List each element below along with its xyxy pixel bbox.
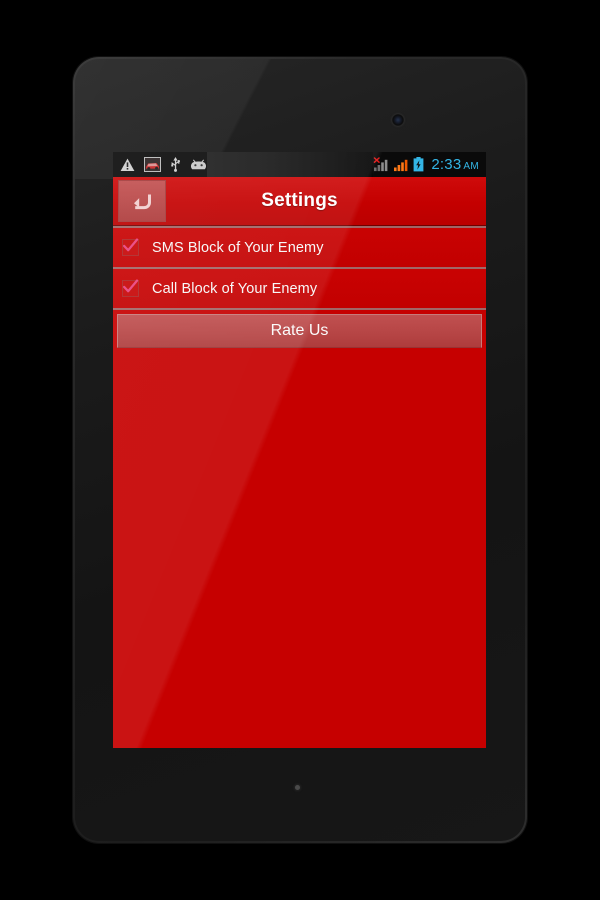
- sms-block-label: SMS Block of Your Enemy: [152, 239, 324, 256]
- sms-block-checkbox[interactable]: [122, 238, 139, 256]
- page-title: Settings: [261, 190, 338, 211]
- checkmark-icon: [123, 279, 139, 293]
- status-bar-right-icons: 2:33 AM: [373, 156, 481, 173]
- signal-strength-icon: [393, 157, 409, 172]
- microphone-dot-icon: [295, 785, 300, 790]
- device-screen: 2:33 AM Settings SMS Block of Your Enemy…: [113, 152, 486, 748]
- warning-triangle-icon: [120, 158, 135, 172]
- tablet-device-frame: 2:33 AM Settings SMS Block of Your Enemy…: [73, 57, 527, 843]
- car-photo-icon: [144, 157, 161, 172]
- clock-time: 2:33: [431, 156, 462, 173]
- table-row[interactable]: SMS Block of Your Enemy: [113, 228, 486, 267]
- screenshot-root: 2:33 AM Settings SMS Block of Your Enemy…: [0, 0, 600, 900]
- app-header: Settings: [113, 177, 486, 226]
- usb-icon: [170, 157, 181, 172]
- status-bar-clock: 2:33 AM: [431, 156, 479, 173]
- empty-content-area: [113, 348, 486, 748]
- rate-us-button[interactable]: Rate Us: [117, 314, 482, 348]
- settings-list: SMS Block of Your Enemy Call Block of Yo…: [113, 226, 486, 348]
- android-robot-icon: [190, 159, 207, 170]
- clock-ampm: AM: [463, 161, 479, 172]
- rate-us-container: Rate Us: [113, 310, 486, 348]
- back-button[interactable]: [118, 180, 166, 222]
- list-divider: [113, 267, 486, 269]
- signal-no-service-icon: [373, 157, 389, 172]
- status-bar: 2:33 AM: [113, 152, 486, 177]
- call-block-checkbox[interactable]: [122, 279, 139, 297]
- front-camera-icon: [392, 114, 404, 126]
- table-row[interactable]: Call Block of Your Enemy: [113, 269, 486, 308]
- status-bar-spacer: [207, 152, 374, 177]
- status-bar-left-icons: [120, 157, 207, 172]
- call-block-label: Call Block of Your Enemy: [152, 280, 318, 297]
- list-divider: [113, 226, 486, 228]
- checkmark-icon: [123, 238, 139, 252]
- battery-charging-icon: [413, 157, 424, 172]
- back-arrow-icon: [134, 194, 151, 210]
- list-divider: [113, 308, 486, 310]
